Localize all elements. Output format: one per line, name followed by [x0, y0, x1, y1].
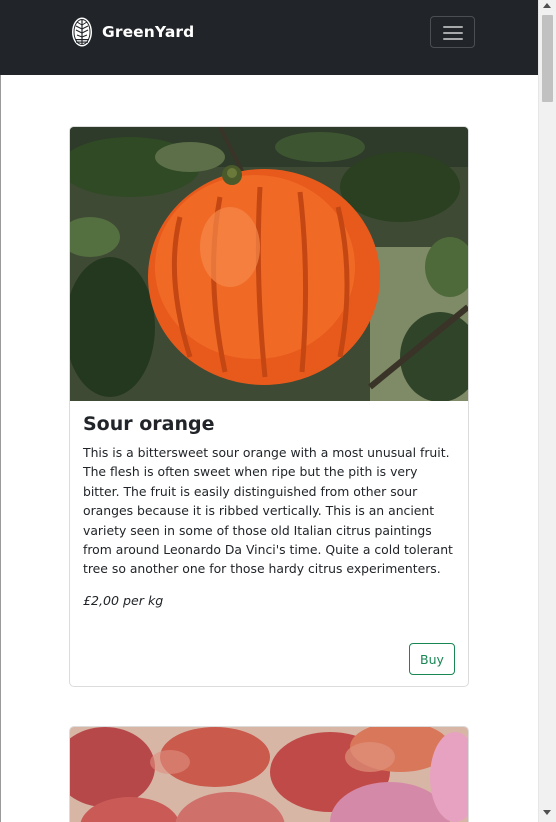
hamburger-bar [443, 32, 463, 34]
scroll-down-arrow-icon[interactable] [543, 810, 551, 815]
menu-toggle-button[interactable] [430, 16, 475, 48]
scroll-up-arrow-icon[interactable] [543, 3, 551, 8]
brand-link[interactable]: GreenYard [71, 16, 194, 48]
hamburger-bar [443, 38, 463, 40]
hamburger-menu-icon [443, 26, 463, 28]
card-body: Sour orange This is a bittersweet sour o… [70, 401, 468, 608]
product-image-lychee [70, 727, 468, 822]
buy-button[interactable]: Buy [409, 643, 455, 675]
product-price: £2,00 per kg [83, 592, 164, 608]
navbar: GreenYard [0, 0, 538, 75]
product-card [69, 726, 469, 822]
greenyard-logo-icon [72, 17, 92, 47]
window-border [0, 0, 1, 822]
scrollbar-thumb[interactable] [542, 15, 553, 102]
product-description: This is a bittersweet sour orange with a… [83, 445, 453, 577]
brand-name: GreenYard [102, 23, 195, 41]
product-card: Sour orange This is a bittersweet sour o… [69, 126, 469, 687]
product-image-sour-orange [70, 127, 468, 401]
vertical-scrollbar[interactable] [538, 0, 556, 822]
product-title: Sour orange [83, 413, 215, 435]
